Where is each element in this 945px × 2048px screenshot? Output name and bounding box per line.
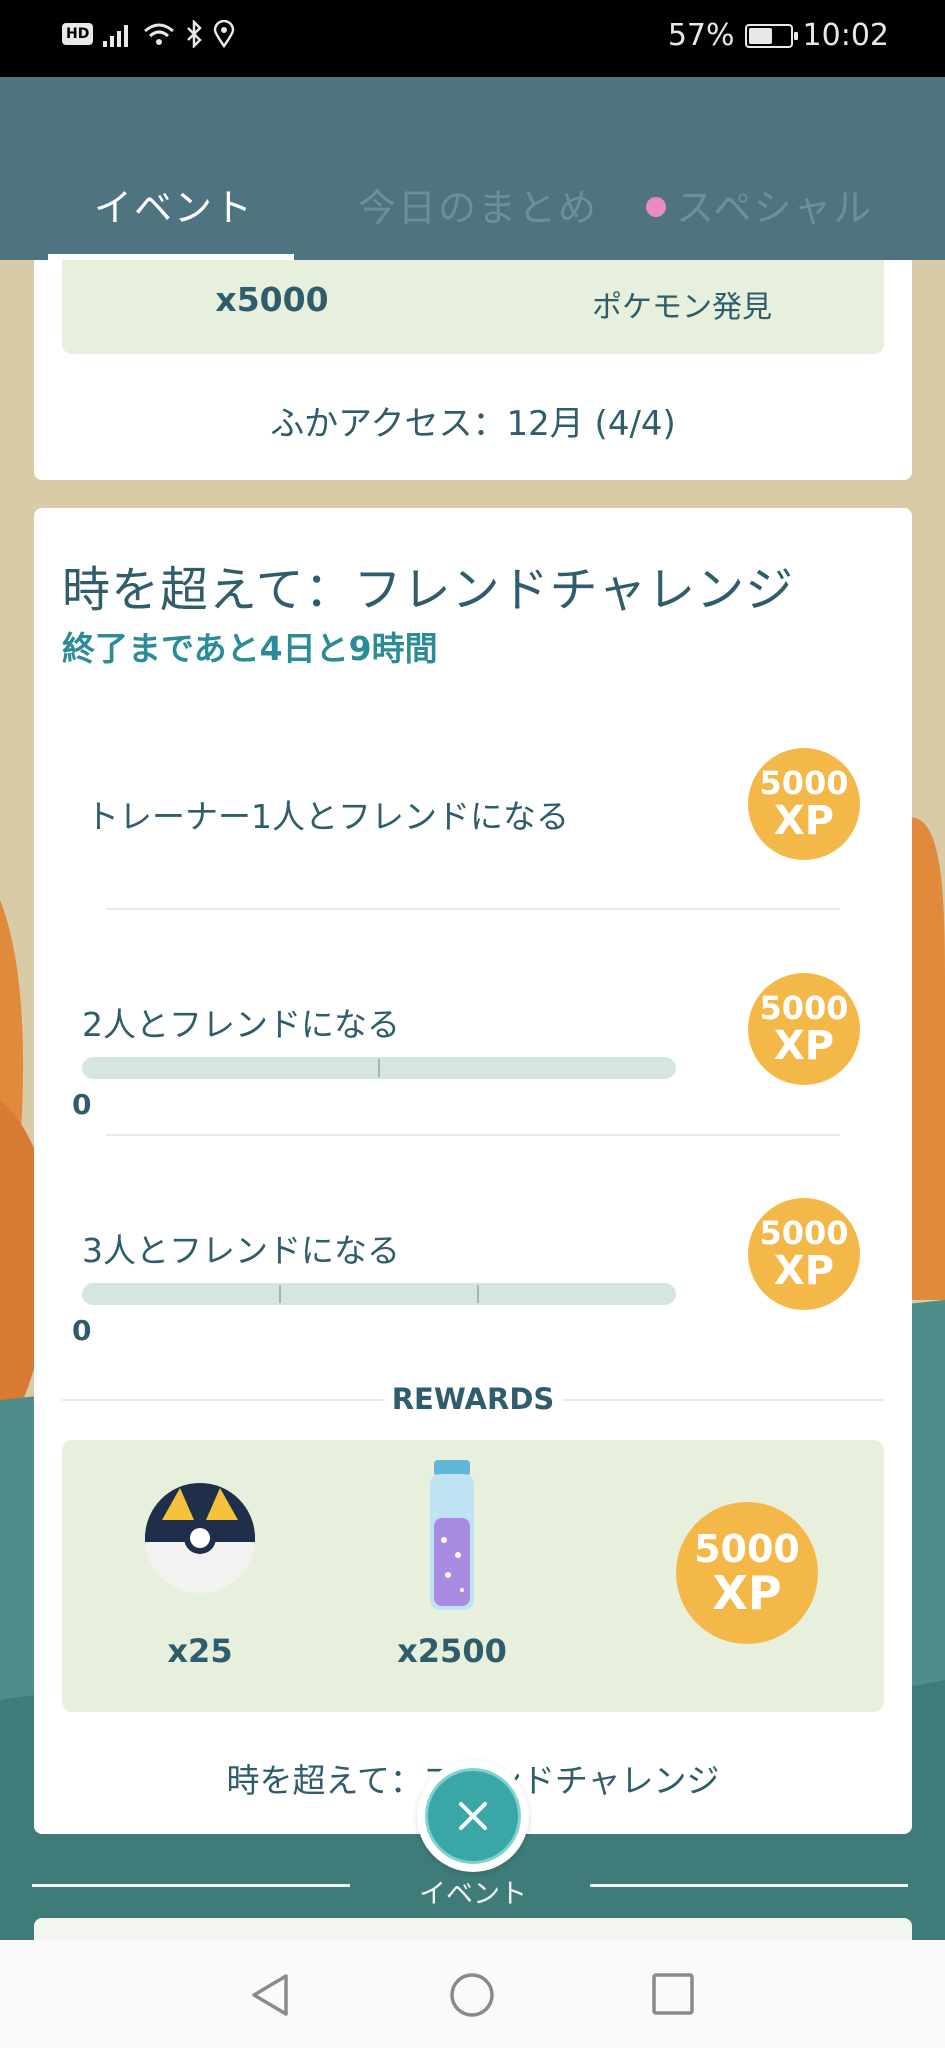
battery-percent: 57% <box>667 18 735 53</box>
back-icon[interactable] <box>248 1972 292 2018</box>
notification-dot <box>646 197 666 217</box>
friend-challenge-card: 時を超えて：フレンドチャレンジ 終了まであと4日と9時間 トレーナー1人とフレン… <box>34 508 912 1834</box>
ultra-ball-icon <box>145 1483 255 1593</box>
close-button-label: イベント <box>419 1879 527 1910</box>
location-icon <box>214 20 235 48</box>
stardust-icon <box>430 1460 474 1610</box>
reward-label: ポケモン発見 <box>592 290 772 325</box>
xp-reward-badge: 5000 XP <box>748 973 860 1085</box>
signal-icon <box>103 25 129 47</box>
tab-event[interactable]: イベント <box>94 177 254 232</box>
challenge-title: 時を超えて：フレンドチャレンジ <box>62 562 795 618</box>
task-label: 3人とフレンドになる <box>82 1231 400 1270</box>
close-event-button[interactable] <box>417 1760 529 1872</box>
separator-line-right <box>590 1884 908 1887</box>
wifi-icon <box>144 23 175 45</box>
hd-icon: HD <box>62 23 94 45</box>
previous-event-card: x5000 ポケモン発見 ふかアクセス：12月 (4/4) <box>34 240 912 480</box>
task-divider <box>106 908 840 910</box>
xp-reward-badge: 5000 XP <box>676 1502 818 1644</box>
progress-tick <box>477 1285 479 1303</box>
rewards-divider-left <box>62 1399 384 1401</box>
task-label: トレーナー1人とフレンドになる <box>86 797 569 836</box>
system-nav-bar <box>0 1940 945 2048</box>
time-remaining: 終了まであと4日と9時間 <box>62 629 438 668</box>
progress-value: 0 <box>72 1314 92 1347</box>
reward-amount: x25 <box>167 1632 233 1670</box>
bluetooth-icon <box>187 20 203 48</box>
rewards-box: x25 x2500 5000 XP <box>62 1440 884 1712</box>
rewards-heading: REWARDS <box>391 1382 555 1416</box>
access-text: ふかアクセス：12月 (4/4) <box>270 404 676 444</box>
separator-line-left <box>32 1884 350 1887</box>
battery-icon <box>744 23 798 48</box>
task-label: 2人とフレンドになる <box>82 1005 400 1044</box>
task-divider <box>106 1134 840 1136</box>
status-bar: HD 57% 10:02 <box>0 0 945 77</box>
task-progress-bar <box>82 1057 676 1079</box>
rewards-divider-right <box>562 1399 884 1401</box>
home-icon[interactable] <box>449 1972 495 2018</box>
close-icon <box>459 1802 487 1830</box>
progress-tick <box>378 1059 380 1077</box>
xp-reward-badge: 5000 XP <box>748 1198 860 1310</box>
tab-header: イベント 今日のまとめ スペシャル <box>0 77 945 260</box>
xp-reward-badge: 5000 XP <box>748 748 860 860</box>
progress-tick <box>279 1285 281 1303</box>
clock: 10:02 <box>802 18 889 53</box>
progress-value: 0 <box>72 1088 92 1121</box>
task-progress-bar <box>82 1283 676 1305</box>
active-tab-indicator <box>48 254 294 260</box>
tab-today-summary[interactable]: 今日のまとめ <box>358 177 598 232</box>
recents-icon[interactable] <box>651 1972 695 2016</box>
reward-amount: x2500 <box>397 1632 507 1670</box>
reward-amount: x5000 <box>215 280 329 319</box>
tab-special[interactable]: スペシャル <box>646 177 873 232</box>
